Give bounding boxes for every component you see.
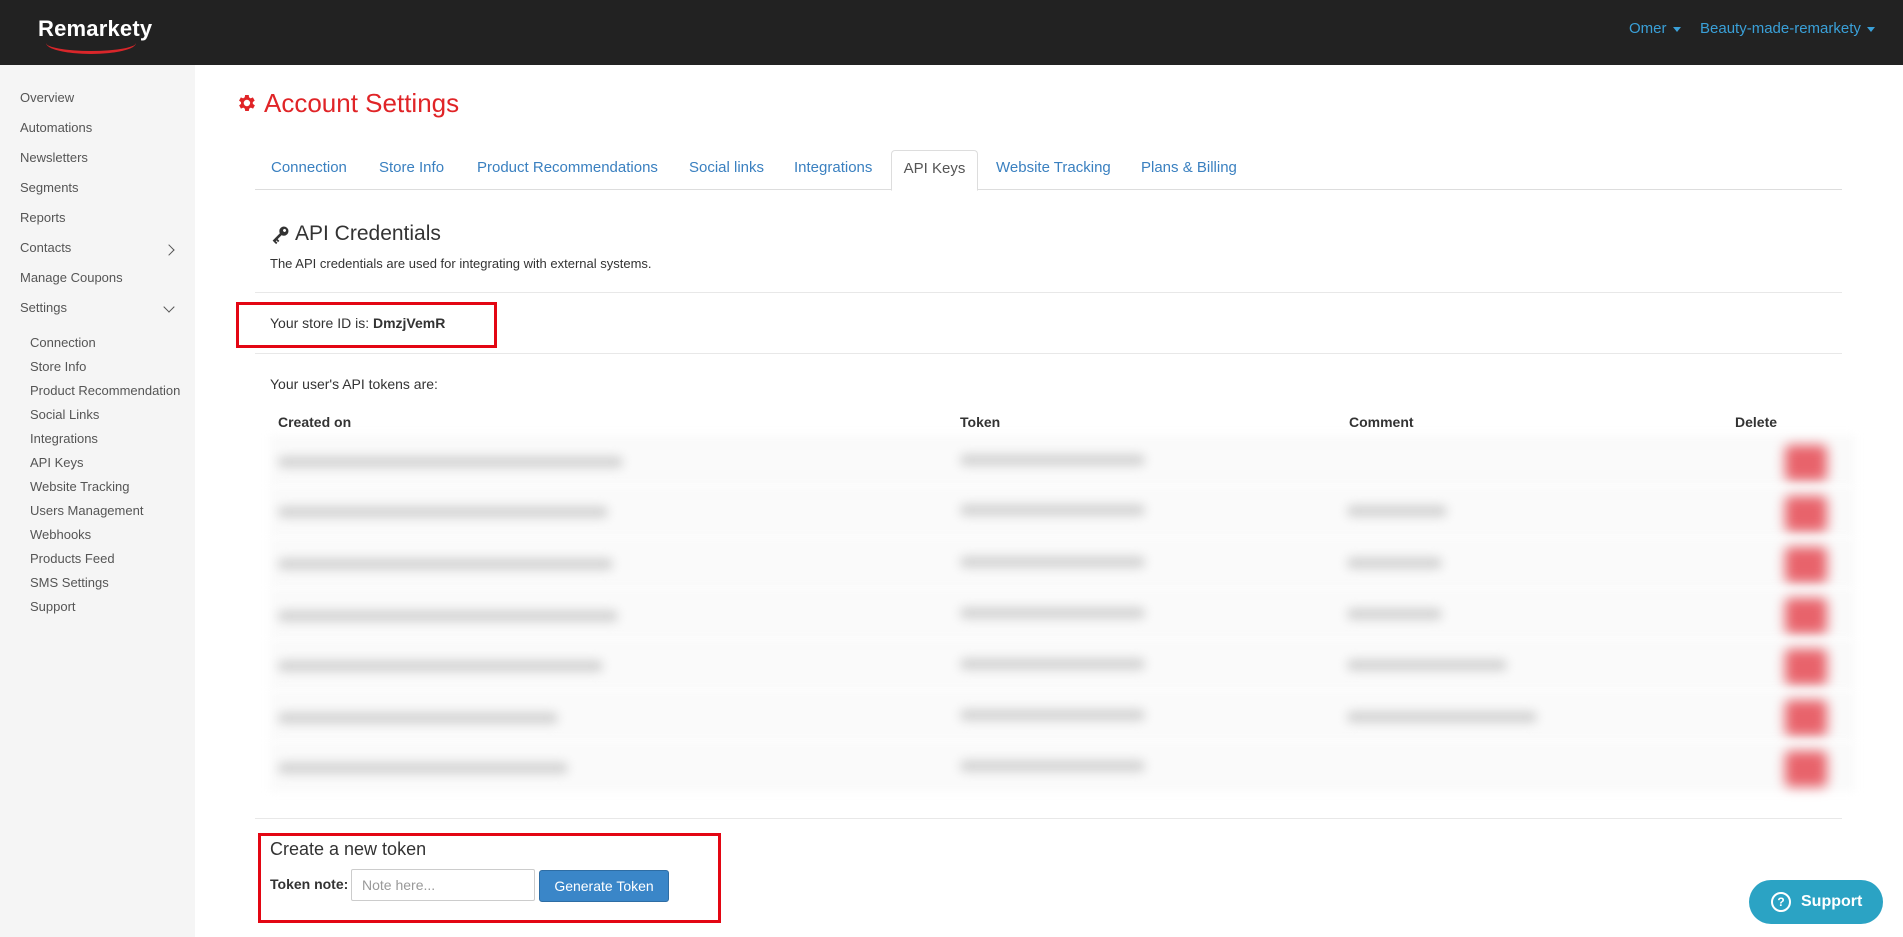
divider — [255, 818, 1842, 819]
tab-integrations[interactable]: Integrations — [794, 150, 872, 190]
table-row — [270, 537, 1855, 587]
divider — [255, 292, 1842, 293]
table-row — [270, 639, 1855, 689]
section-title: API Credentials — [295, 222, 441, 245]
support-label: Support — [1801, 893, 1863, 910]
key-icon — [272, 226, 289, 245]
tab-social-links[interactable]: Social links — [689, 150, 764, 190]
redacted-token — [960, 760, 1145, 772]
column-header-token: Token — [960, 414, 1001, 430]
column-header-created-on: Created on — [278, 414, 352, 430]
table-row — [270, 588, 1855, 638]
sidebar-subitem-users-management[interactable]: Users Management — [30, 503, 143, 518]
user-menu-label: Omer — [1629, 20, 1667, 37]
redacted-created-on — [278, 762, 568, 774]
redacted-token — [960, 556, 1145, 568]
token-note-input[interactable] — [351, 869, 535, 901]
delete-button[interactable] — [1785, 700, 1827, 736]
redacted-comment — [1347, 608, 1442, 620]
caret-down-icon — [1672, 26, 1681, 32]
store-menu-dropdown[interactable]: Beauty-made-remarkety — [1700, 20, 1875, 37]
tab-api-keys[interactable]: API Keys — [891, 150, 978, 191]
sidebar-subitem-social-links[interactable]: Social Links — [30, 407, 99, 422]
sidebar-subitem-product-recommendation[interactable]: Product Recommendation — [30, 383, 180, 398]
delete-button[interactable] — [1785, 598, 1827, 634]
column-header-comment: Comment — [1349, 414, 1414, 430]
redacted-created-on — [278, 660, 603, 672]
redacted-token — [960, 658, 1145, 670]
redacted-token — [960, 504, 1145, 516]
sidebar-item-segments[interactable]: Segments — [20, 180, 79, 195]
delete-button[interactable] — [1785, 649, 1827, 685]
redacted-created-on — [278, 712, 558, 724]
redacted-comment — [1347, 505, 1447, 517]
chevron-right-icon[interactable] — [163, 244, 175, 256]
user-menu-dropdown[interactable]: Omer — [1629, 20, 1681, 37]
store-id-value: DmzjVemR — [372, 315, 446, 331]
tab-connection[interactable]: Connection — [271, 150, 347, 190]
settings-tabs: Connection Store Info Product Recommenda… — [255, 150, 1842, 191]
help-icon: ? — [1771, 892, 1791, 912]
tab-plans-billing[interactable]: Plans & Billing — [1141, 150, 1237, 190]
delete-button[interactable] — [1785, 751, 1827, 787]
redacted-created-on — [278, 506, 608, 518]
section-description: The API credentials are used for integra… — [270, 256, 652, 271]
sidebar-item-manage-coupons[interactable]: Manage Coupons — [20, 270, 123, 285]
sidebar-subitem-store-info[interactable]: Store Info — [30, 359, 86, 374]
page-title: Account Settings — [264, 88, 460, 118]
redacted-token — [960, 607, 1145, 619]
column-header-delete: Delete — [1735, 414, 1778, 430]
tab-website-tracking[interactable]: Website Tracking — [996, 150, 1111, 190]
sidebar: Overview Automations Newsletters Segment… — [0, 65, 195, 937]
sidebar-item-automations[interactable]: Automations — [20, 120, 92, 135]
delete-button[interactable] — [1785, 547, 1827, 583]
sidebar-subitem-support[interactable]: Support — [30, 599, 76, 614]
delete-button[interactable] — [1785, 496, 1827, 532]
sidebar-item-reports[interactable]: Reports — [20, 210, 66, 225]
store-id-label: Your store ID is: — [270, 315, 370, 331]
redacted-created-on — [278, 558, 613, 570]
sidebar-subitem-connection[interactable]: Connection — [30, 335, 96, 350]
table-row — [270, 435, 1855, 485]
sidebar-subitem-website-tracking[interactable]: Website Tracking — [30, 479, 129, 494]
sidebar-subitem-webhooks[interactable]: Webhooks — [30, 527, 91, 542]
generate-token-button[interactable]: Generate Token — [539, 870, 669, 902]
sidebar-item-newsletters[interactable]: Newsletters — [20, 150, 88, 165]
redacted-token — [960, 454, 1145, 466]
chevron-down-icon[interactable] — [163, 301, 175, 313]
table-row — [270, 690, 1855, 740]
sidebar-subitem-products-feed[interactable]: Products Feed — [30, 551, 115, 566]
create-token-title: Create a new token — [270, 839, 427, 859]
tab-store-info[interactable]: Store Info — [379, 150, 444, 190]
caret-down-icon — [1866, 26, 1875, 32]
tab-product-recommendations[interactable]: Product Recommendations — [477, 150, 658, 190]
token-note-label: Token note: — [270, 876, 349, 892]
redacted-token — [960, 709, 1145, 721]
redacted-created-on — [278, 610, 618, 622]
sidebar-item-overview[interactable]: Overview — [20, 90, 74, 105]
redacted-comment — [1347, 557, 1442, 569]
sidebar-item-contacts[interactable]: Contacts — [20, 240, 71, 255]
sidebar-subitem-sms-settings[interactable]: SMS Settings — [30, 575, 109, 590]
redacted-created-on — [278, 456, 623, 468]
table-row — [270, 741, 1855, 791]
table-row — [270, 486, 1855, 536]
divider — [255, 353, 1842, 354]
sidebar-subitem-api-keys[interactable]: API Keys — [30, 455, 83, 470]
redacted-comment — [1347, 659, 1507, 671]
delete-button[interactable] — [1785, 445, 1827, 481]
redacted-comment — [1347, 711, 1537, 723]
support-widget-button[interactable]: ? Support — [1749, 880, 1883, 924]
top-navbar: Remarkety Omer Beauty-made-remarkety — [0, 0, 1903, 65]
tokens-label: Your user's API tokens are: — [270, 376, 438, 392]
gear-icon — [239, 95, 255, 111]
logo-swoosh — [46, 32, 136, 54]
remarkety-logo[interactable]: Remarkety — [38, 14, 152, 54]
store-id-text: Your store ID is: DmzjVemR — [270, 315, 445, 331]
store-menu-label: Beauty-made-remarkety — [1700, 20, 1861, 37]
sidebar-subitem-integrations[interactable]: Integrations — [30, 431, 98, 446]
sidebar-item-settings[interactable]: Settings — [20, 300, 67, 315]
